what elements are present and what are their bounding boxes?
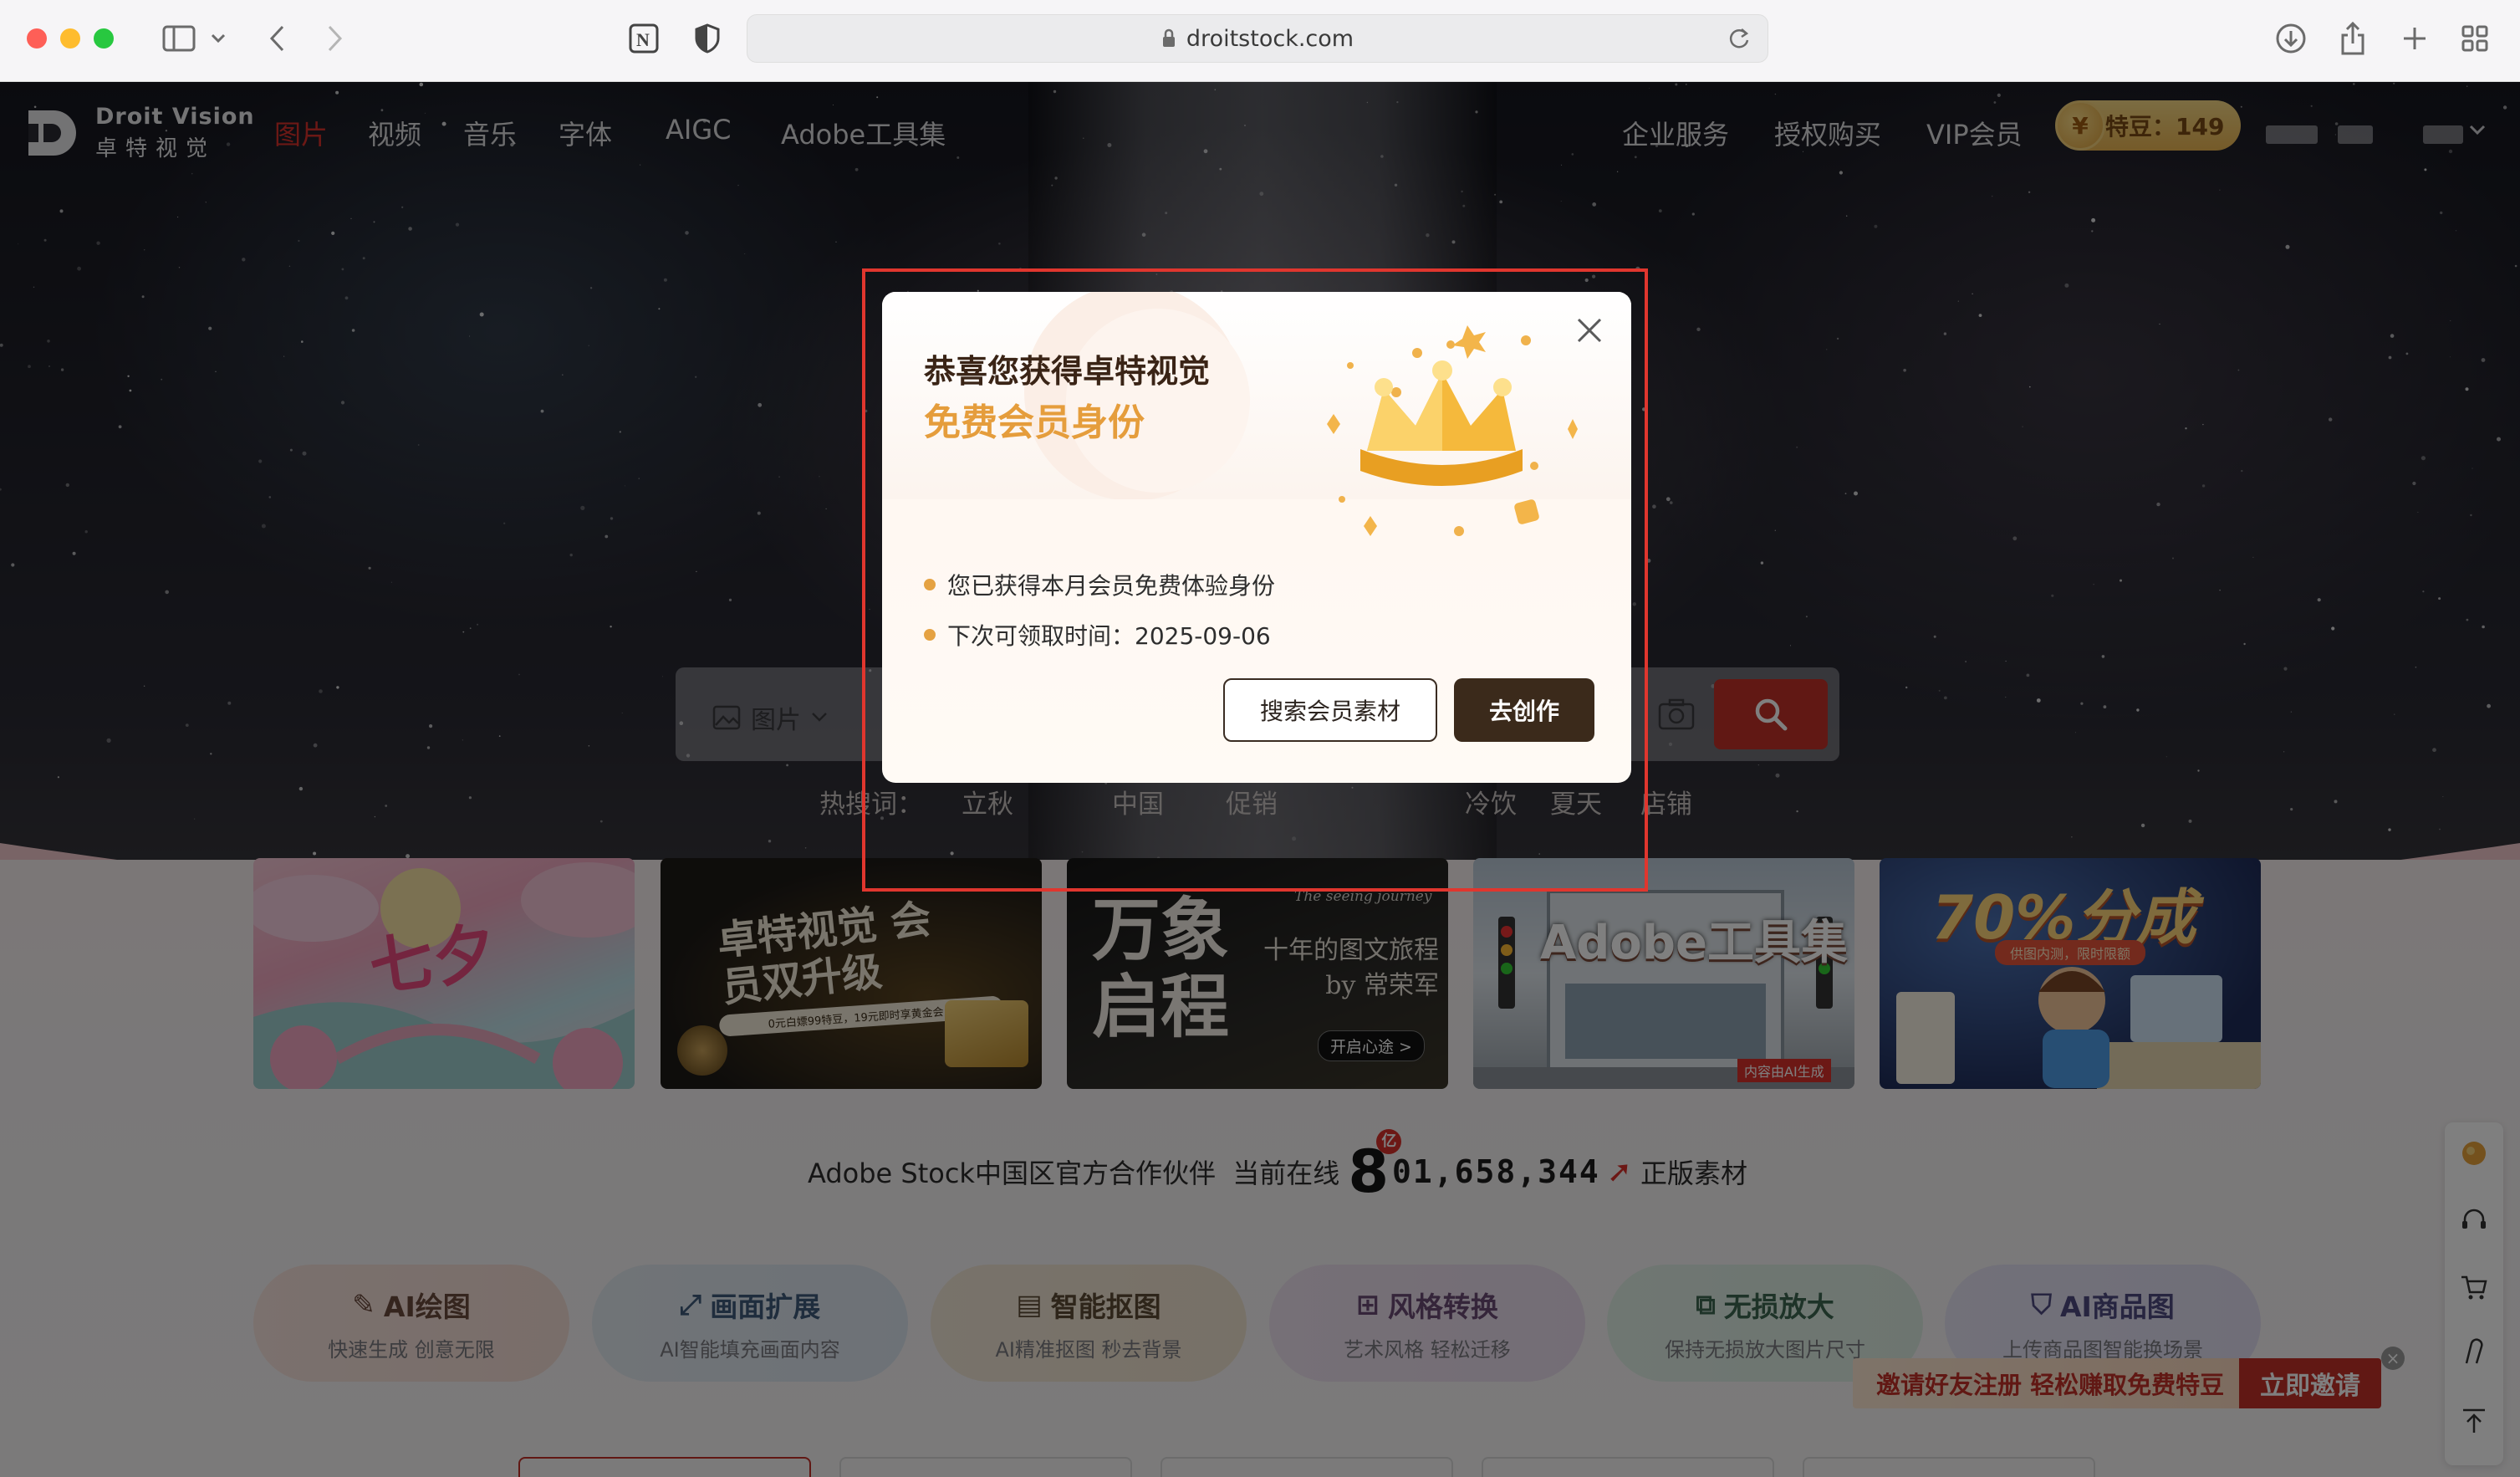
close-window-button[interactable] <box>27 28 47 49</box>
tab-overview-icon[interactable] <box>2455 18 2495 59</box>
dialog-title-line1: 恭喜您获得卓特视觉 <box>924 353 1211 390</box>
forward-icon[interactable] <box>318 18 351 59</box>
sidebar-toggle-icon[interactable] <box>154 18 204 59</box>
minimize-window-button[interactable] <box>60 28 80 49</box>
zoom-window-button[interactable] <box>94 28 114 49</box>
web-page: Droit Vision 卓特视觉 图片 视频 音乐 字体 AIGC Adobe… <box>0 82 2520 1477</box>
notion-extension-icon[interactable]: N <box>625 18 662 59</box>
bullet-dot <box>924 579 936 590</box>
reload-icon[interactable] <box>1727 26 1751 51</box>
share-icon[interactable] <box>2333 18 2373 59</box>
back-icon[interactable] <box>261 18 294 59</box>
dialog-info-line: 您已获得本月会员免费体验身份 <box>924 568 1275 601</box>
dialog-info-line: 下次可领取时间：2025-09-06 <box>924 618 1271 652</box>
bullet-dot <box>924 629 936 641</box>
address-bar[interactable]: droitstock.com <box>747 14 1768 63</box>
go-create-button[interactable]: 去创作 <box>1454 678 1594 742</box>
lock-icon <box>1162 28 1175 47</box>
svg-text:N: N <box>636 29 650 50</box>
close-icon <box>1577 318 1602 343</box>
shield-extension-icon[interactable] <box>689 18 726 59</box>
url-text: droitstock.com <box>1186 25 1354 52</box>
crown-icon <box>1327 325 1578 536</box>
downloads-icon[interactable] <box>2271 18 2311 59</box>
new-tab-icon[interactable] <box>2395 18 2435 59</box>
browser-toolbar: N droitstock.com <box>0 0 2520 82</box>
dialog-title-line2: 免费会员身份 <box>924 401 1145 444</box>
dialog-close-button[interactable] <box>1573 314 1606 347</box>
search-member-assets-button[interactable]: 搜索会员素材 <box>1223 678 1437 742</box>
chevron-down-icon[interactable] <box>206 18 231 59</box>
membership-gift-dialog: 恭喜您获得卓特视觉 免费会员身份 您已获得本月会员免费体验身份 下次可领取时间：… <box>882 292 1631 783</box>
